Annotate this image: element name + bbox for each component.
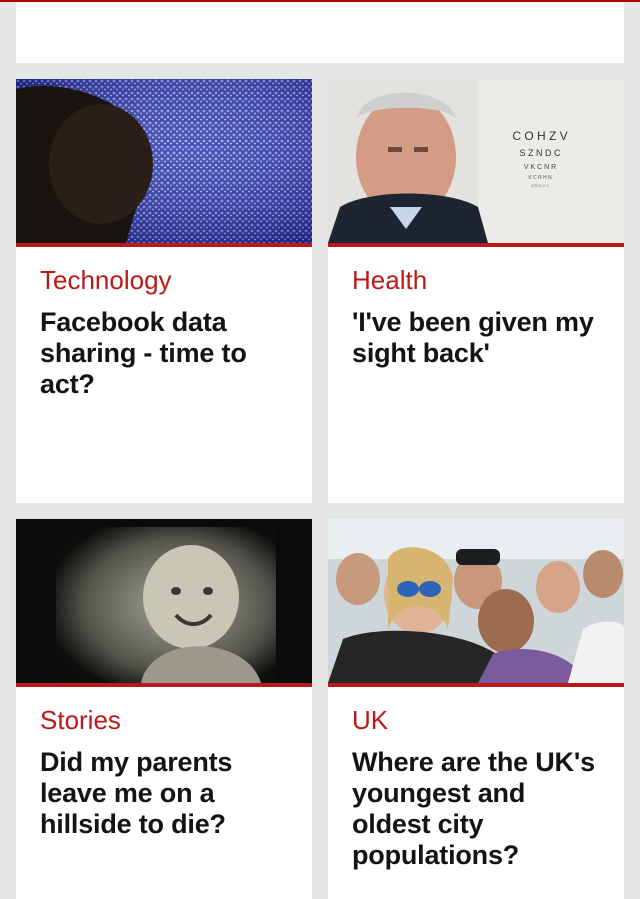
eye-chart-row: K C R H N — [528, 175, 552, 181]
story-card-technology[interactable]: Technology Facebook data sharing - time … — [16, 79, 312, 503]
silhouette-crowd-image — [16, 79, 312, 243]
previous-card[interactable] — [16, 2, 624, 63]
story-card-uk[interactable]: UK Where are the UK's youngest and oldes… — [328, 519, 624, 899]
eye-chart-row: V K C N R — [524, 164, 556, 171]
image-divider — [328, 683, 624, 687]
section-label[interactable]: Technology — [40, 265, 172, 295]
headline[interactable]: 'I've been given my sight back' — [352, 307, 608, 369]
story-card-health[interactable]: C O H Z V S Z N D C V K C N R K C R H N … — [328, 79, 624, 503]
eye-chart-row: C O H Z V — [512, 129, 567, 143]
image-divider — [328, 243, 624, 247]
section-label[interactable]: Health — [352, 265, 427, 295]
story-card-stories[interactable]: Stories Did my parents leave me on a hil… — [16, 519, 312, 899]
headline[interactable]: Facebook data sharing - time to act? — [40, 307, 296, 400]
vintage-baby-photo-image — [16, 519, 312, 683]
image-divider — [16, 683, 312, 687]
eye-chart-row: S Z N D C — [519, 148, 561, 158]
section-label[interactable]: Stories — [40, 705, 121, 735]
eye-chart-row: Z R D V C — [531, 183, 549, 188]
image-divider — [16, 243, 312, 247]
section-label[interactable]: UK — [352, 705, 388, 735]
elderly-man-eye-chart-image: C O H Z V S Z N D C V K C N R K C R H N … — [328, 79, 624, 243]
festival-crowd-image — [328, 519, 624, 683]
headline[interactable]: Where are the UK's youngest and oldest c… — [352, 747, 608, 871]
headline[interactable]: Did my parents leave me on a hillside to… — [40, 747, 296, 840]
